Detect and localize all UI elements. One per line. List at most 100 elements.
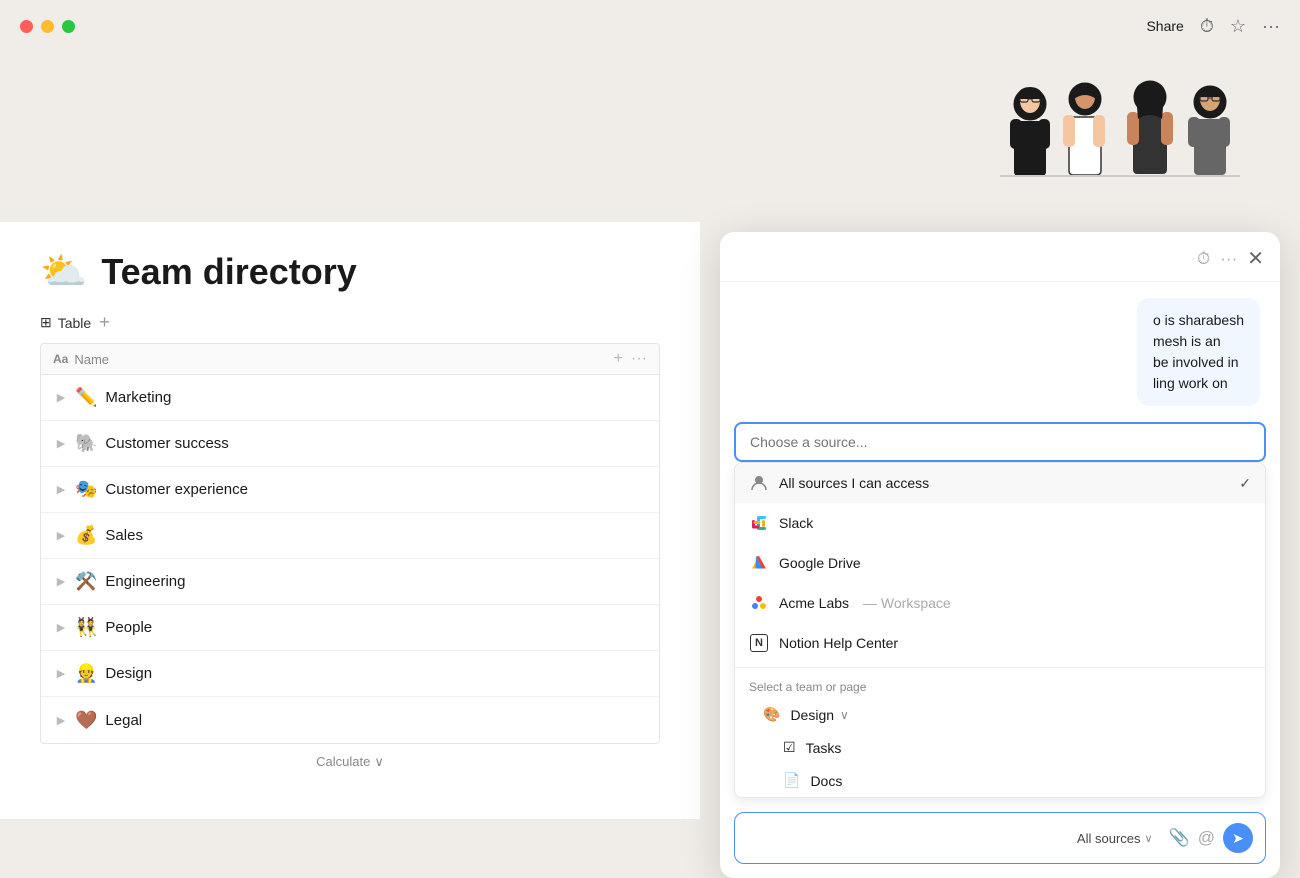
row-emoji: ✏️ xyxy=(75,387,97,408)
row-expand-button[interactable]: ▶ xyxy=(53,391,69,404)
add-column-button[interactable]: + xyxy=(614,350,623,368)
source-slack[interactable]: Slack xyxy=(735,503,1265,543)
right-panel: ⏱ ··· ✕ o is sharabeshmesh is anbe invol… xyxy=(700,222,1300,819)
section-label: Select a team or page xyxy=(735,672,1265,698)
attachment-button[interactable]: 📎 xyxy=(1169,828,1190,848)
doc-icon: 📄 xyxy=(783,772,800,789)
table-view-label: Table xyxy=(58,315,91,331)
minimize-button[interactable] xyxy=(41,20,54,33)
hero-illustration xyxy=(1000,69,1240,212)
table-row[interactable]: ▶ ✏️ Marketing xyxy=(41,375,659,421)
source-notion-help[interactable]: N Notion Help Center xyxy=(735,623,1265,663)
chat-input[interactable] xyxy=(747,830,1061,846)
design-label-group: Design ∨ xyxy=(790,707,848,723)
sub-item-docs[interactable]: 📄 Docs xyxy=(735,764,1265,797)
source-tag-label: All sources xyxy=(1077,831,1141,846)
table-row[interactable]: ▶ 🐘 Customer success xyxy=(41,421,659,467)
design-emoji: 🎨 xyxy=(763,706,780,723)
row-expand-button[interactable]: ▶ xyxy=(53,437,69,450)
row-emoji: 👷 xyxy=(75,663,97,684)
table-row[interactable]: ▶ 🤎 Legal xyxy=(41,697,659,743)
column-options-button[interactable]: ··· xyxy=(631,350,647,368)
chat-input-actions: All sources ∨ 📎 @ ➤ xyxy=(1069,823,1253,853)
row-name: Sales xyxy=(105,527,143,544)
row-expand-button[interactable]: ▶ xyxy=(53,483,69,496)
view-bar: ⊞ Table + xyxy=(40,312,660,333)
row-emoji: ⚒️ xyxy=(75,571,97,592)
source-all-sources[interactable]: All sources I can access ✓ xyxy=(735,463,1265,503)
table: Aa Name + ··· ▶ ✏️ Marketing ▶ 🐘 Custome… xyxy=(40,343,660,744)
tasks-label: Tasks xyxy=(806,740,842,756)
row-name: Customer success xyxy=(105,435,228,452)
aa-icon: Aa xyxy=(53,352,68,366)
share-button[interactable]: Share xyxy=(1146,18,1183,34)
source-search-input[interactable] xyxy=(734,422,1266,462)
name-col-label: Name xyxy=(74,352,109,367)
row-name: Legal xyxy=(105,712,142,729)
table-row[interactable]: ▶ 👷 Design xyxy=(41,651,659,697)
history-icon[interactable]: ⏱ xyxy=(1200,16,1214,37)
page-title: Team directory xyxy=(101,251,356,293)
row-emoji: 🎭 xyxy=(75,479,97,500)
close-button[interactable] xyxy=(20,20,33,33)
send-icon: ➤ xyxy=(1232,830,1244,847)
table-column-header: Aa Name + ··· xyxy=(41,344,659,375)
popup-close-button[interactable]: ✕ xyxy=(1247,246,1264,271)
chat-popup: ⏱ ··· ✕ o is sharabeshmesh is anbe invol… xyxy=(720,232,1280,878)
popup-header: ⏱ ··· ✕ xyxy=(720,232,1280,282)
people-illustration xyxy=(1000,69,1240,199)
hero-banner xyxy=(0,52,1300,222)
checkmark-icon: ✓ xyxy=(1239,475,1251,492)
calculate-bar[interactable]: Calculate ∨ xyxy=(40,744,660,780)
mention-button[interactable]: @ xyxy=(1198,828,1215,848)
row-expand-button[interactable]: ▶ xyxy=(53,714,69,727)
row-name: Engineering xyxy=(105,573,185,590)
source-dropdown: All sources I can access ✓ xyxy=(734,462,1266,798)
main-area: ⛅ Team directory ⊞ Table + Aa Name + ··· xyxy=(0,222,1300,819)
row-expand-button[interactable]: ▶ xyxy=(53,529,69,542)
chat-messages: o is sharabeshmesh is anbe involved inli… xyxy=(720,282,1280,422)
popup-history-icon[interactable]: ⏱ xyxy=(1197,249,1210,269)
star-icon[interactable]: ☆ xyxy=(1230,16,1246,37)
popup-more-icon[interactable]: ··· xyxy=(1220,249,1237,269)
row-name: Customer experience xyxy=(105,481,248,498)
more-options-button[interactable]: ··· xyxy=(1262,16,1280,37)
source-label: Google Drive xyxy=(779,555,861,571)
calculate-chevron: ∨ xyxy=(374,754,384,770)
row-expand-button[interactable]: ▶ xyxy=(53,667,69,680)
table-row[interactable]: ▶ 💰 Sales xyxy=(41,513,659,559)
acme-icon xyxy=(749,593,769,613)
source-suffix: — Workspace xyxy=(863,595,951,611)
table-row[interactable]: ▶ ⚒️ Engineering xyxy=(41,559,659,605)
row-emoji: 🤎 xyxy=(75,710,97,731)
source-acme-labs[interactable]: Acme Labs — Workspace xyxy=(735,583,1265,623)
slack-icon xyxy=(749,513,769,533)
team-design[interactable]: 🎨 Design ∨ xyxy=(735,698,1265,731)
source-google-drive[interactable]: Google Drive xyxy=(735,543,1265,583)
source-label: Notion Help Center xyxy=(779,635,898,651)
table-row[interactable]: ▶ 🎭 Customer experience xyxy=(41,467,659,513)
google-drive-icon xyxy=(749,553,769,573)
row-expand-button[interactable]: ▶ xyxy=(53,575,69,588)
row-expand-button[interactable]: ▶ xyxy=(53,621,69,634)
name-column-header: Aa Name xyxy=(53,352,614,367)
design-label: Design xyxy=(790,707,834,723)
send-button[interactable]: ➤ xyxy=(1223,823,1253,853)
checkbox-icon: ☑ xyxy=(783,739,796,756)
sub-item-tasks[interactable]: ☑ Tasks xyxy=(735,731,1265,764)
calculate-label: Calculate xyxy=(316,754,370,770)
dropdown-divider xyxy=(735,667,1265,668)
titlebar-actions: Share ⏱ ☆ ··· xyxy=(1146,16,1280,37)
col-header-actions: + ··· xyxy=(614,350,647,368)
message-text: o is sharabeshmesh is anbe involved inli… xyxy=(1153,312,1244,391)
maximize-button[interactable] xyxy=(62,20,75,33)
source-tag-button[interactable]: All sources ∨ xyxy=(1069,827,1161,850)
table-view-button[interactable]: ⊞ Table xyxy=(40,314,91,331)
chat-input-area: All sources ∨ 📎 @ ➤ xyxy=(734,812,1266,864)
docs-label: Docs xyxy=(810,773,842,789)
source-tag-chevron-icon: ∨ xyxy=(1145,832,1153,845)
person-icon xyxy=(749,473,769,493)
source-label: Acme Labs xyxy=(779,595,849,611)
add-view-button[interactable]: + xyxy=(99,312,110,333)
table-row[interactable]: ▶ 👯 People xyxy=(41,605,659,651)
